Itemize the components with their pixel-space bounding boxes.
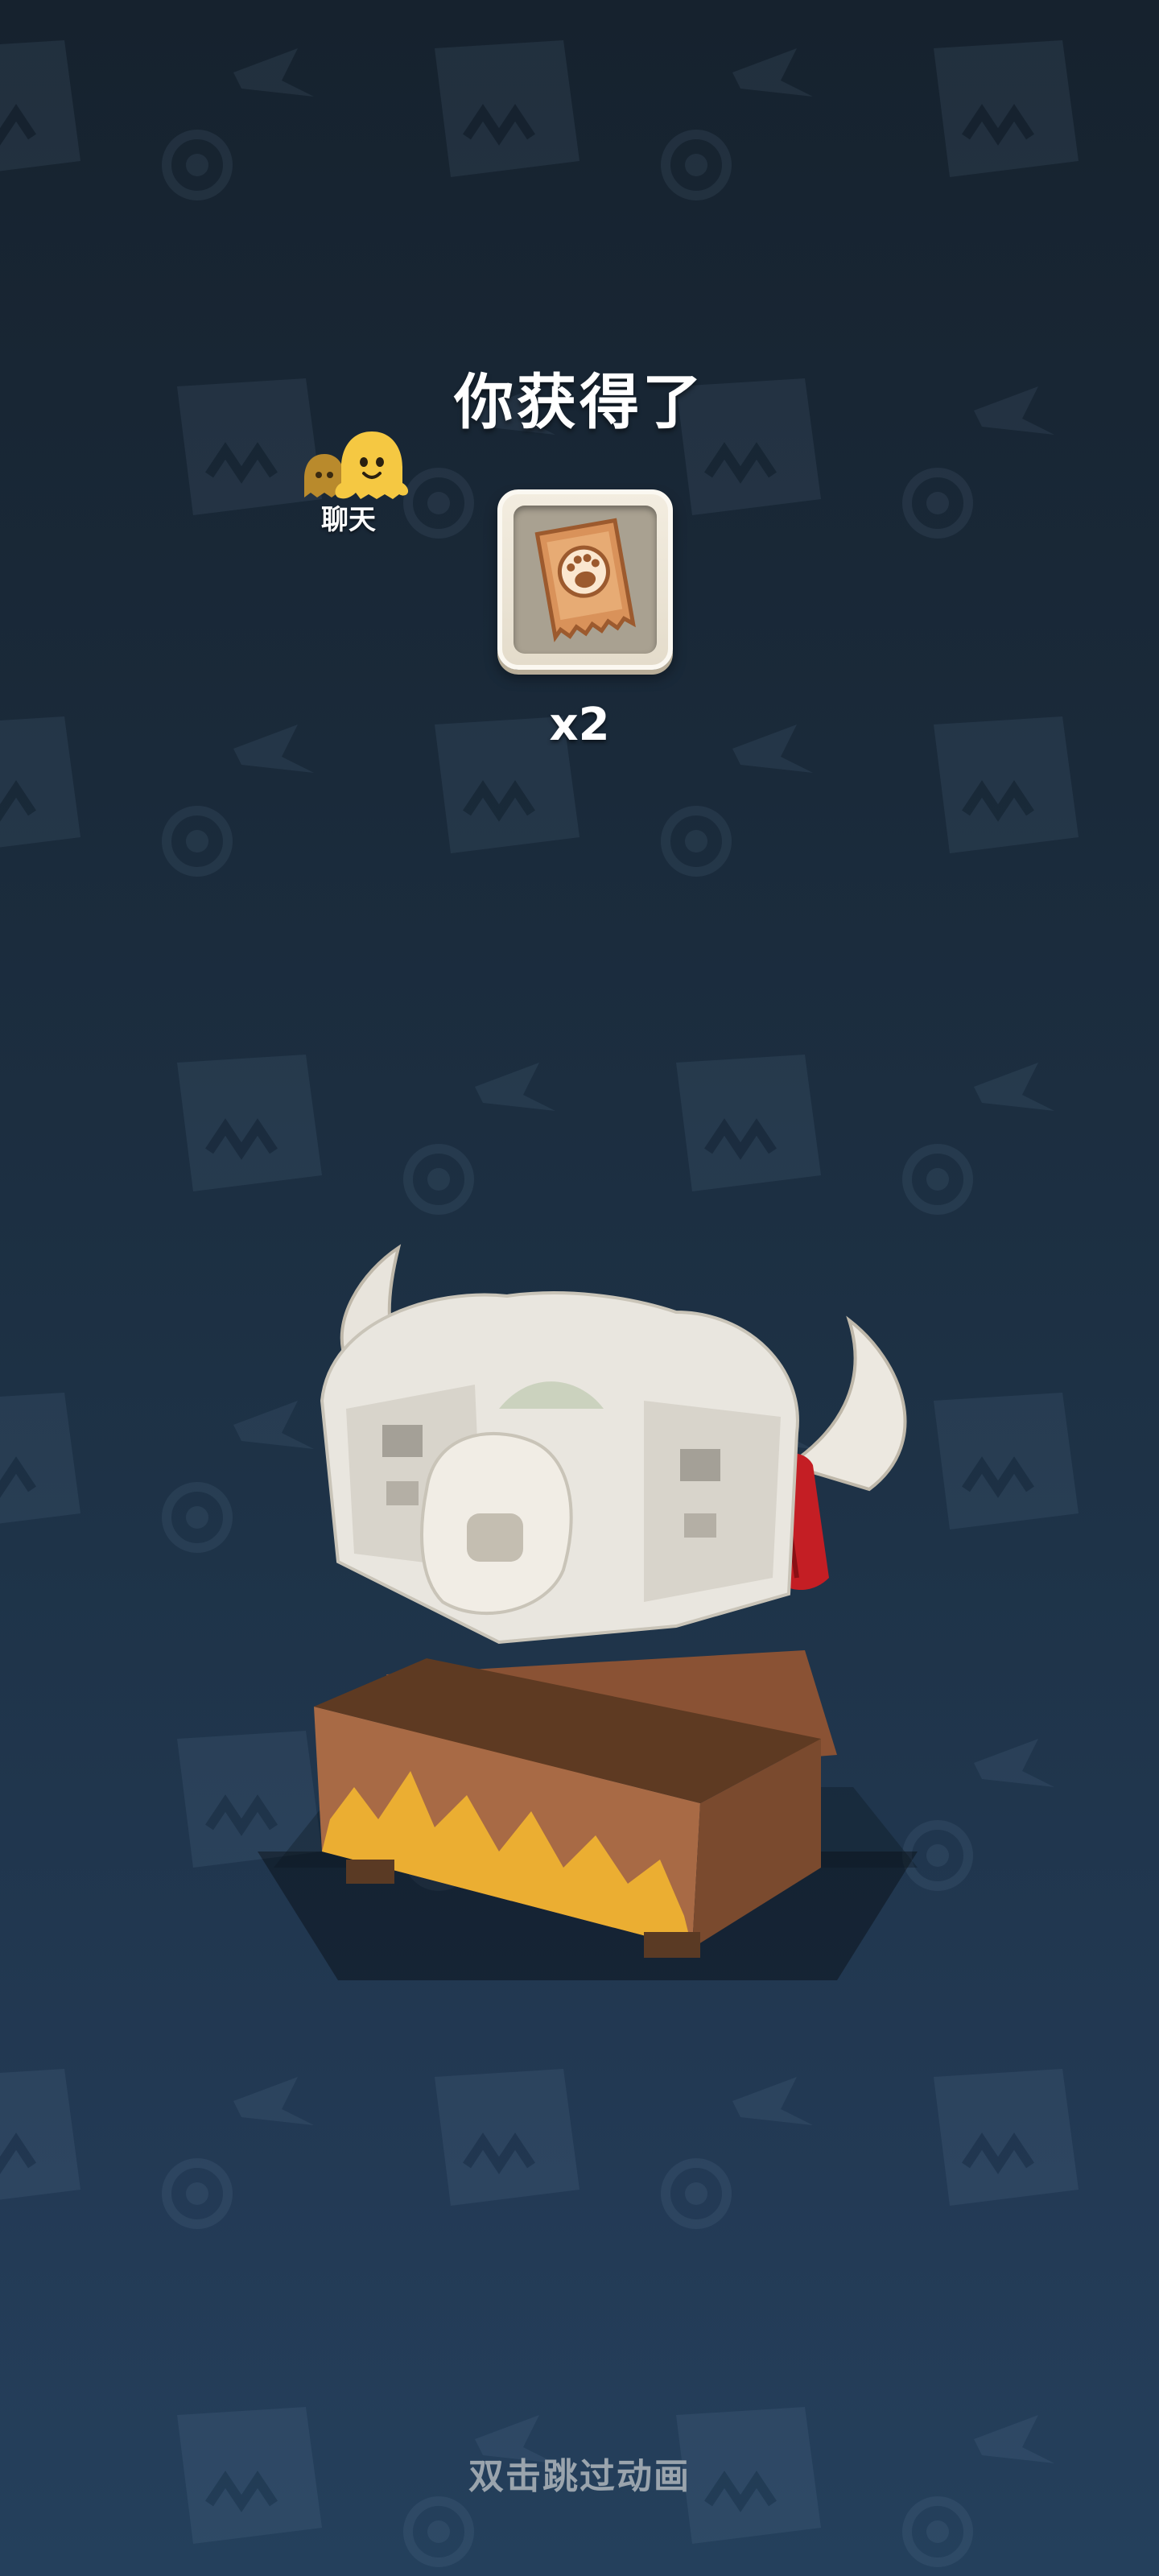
paw-ticket-icon (534, 518, 636, 642)
treasure-chest-illustration (258, 1244, 918, 1980)
bg-arrow-icon (475, 1063, 555, 1111)
reward-item-slot[interactable] (497, 489, 673, 670)
bg-swirl-icon (162, 1482, 233, 1553)
ghost-chat-icon (335, 431, 409, 499)
bg-arrow-icon (233, 2077, 314, 2125)
bg-arrow-icon (233, 48, 314, 97)
bg-swirl-icon (661, 130, 732, 200)
bg-swirl-icon (902, 2496, 973, 2567)
bg-monster-icon (177, 1055, 322, 1191)
reward-count: x2 (549, 699, 610, 751)
bg-swirl-icon (162, 130, 233, 200)
bg-monster-icon (435, 2069, 580, 2206)
bg-swirl-icon (162, 806, 233, 877)
chat-label: 聊天 (321, 504, 376, 536)
bg-monster-icon (934, 40, 1079, 177)
chat-button[interactable]: 聊天 (296, 427, 425, 539)
bg-monster-icon (0, 40, 80, 171)
bg-monster-icon (0, 2069, 80, 2200)
bg-monster-icon (435, 40, 580, 177)
bg-arrow-icon (732, 48, 813, 97)
bg-swirl-icon (403, 2496, 474, 2567)
skip-animation-hint[interactable]: 双击跳过动画 (0, 2447, 1159, 2499)
bg-swirl-icon (902, 468, 973, 539)
horned-helmet (320, 1244, 907, 1645)
bg-monster-icon (676, 1055, 821, 1191)
bg-arrow-icon (732, 2077, 813, 2125)
bg-swirl-icon (902, 1144, 973, 1215)
bg-monster-icon (934, 2069, 1079, 2206)
bg-swirl-icon (403, 1144, 474, 1215)
bg-swirl-icon (162, 2158, 233, 2229)
bg-monster-icon (0, 1393, 80, 1524)
bg-arrow-icon (974, 1063, 1054, 1111)
reward-title: 你获得了 (454, 368, 705, 437)
bg-swirl-icon (661, 2158, 732, 2229)
bg-swirl-icon (661, 806, 732, 877)
